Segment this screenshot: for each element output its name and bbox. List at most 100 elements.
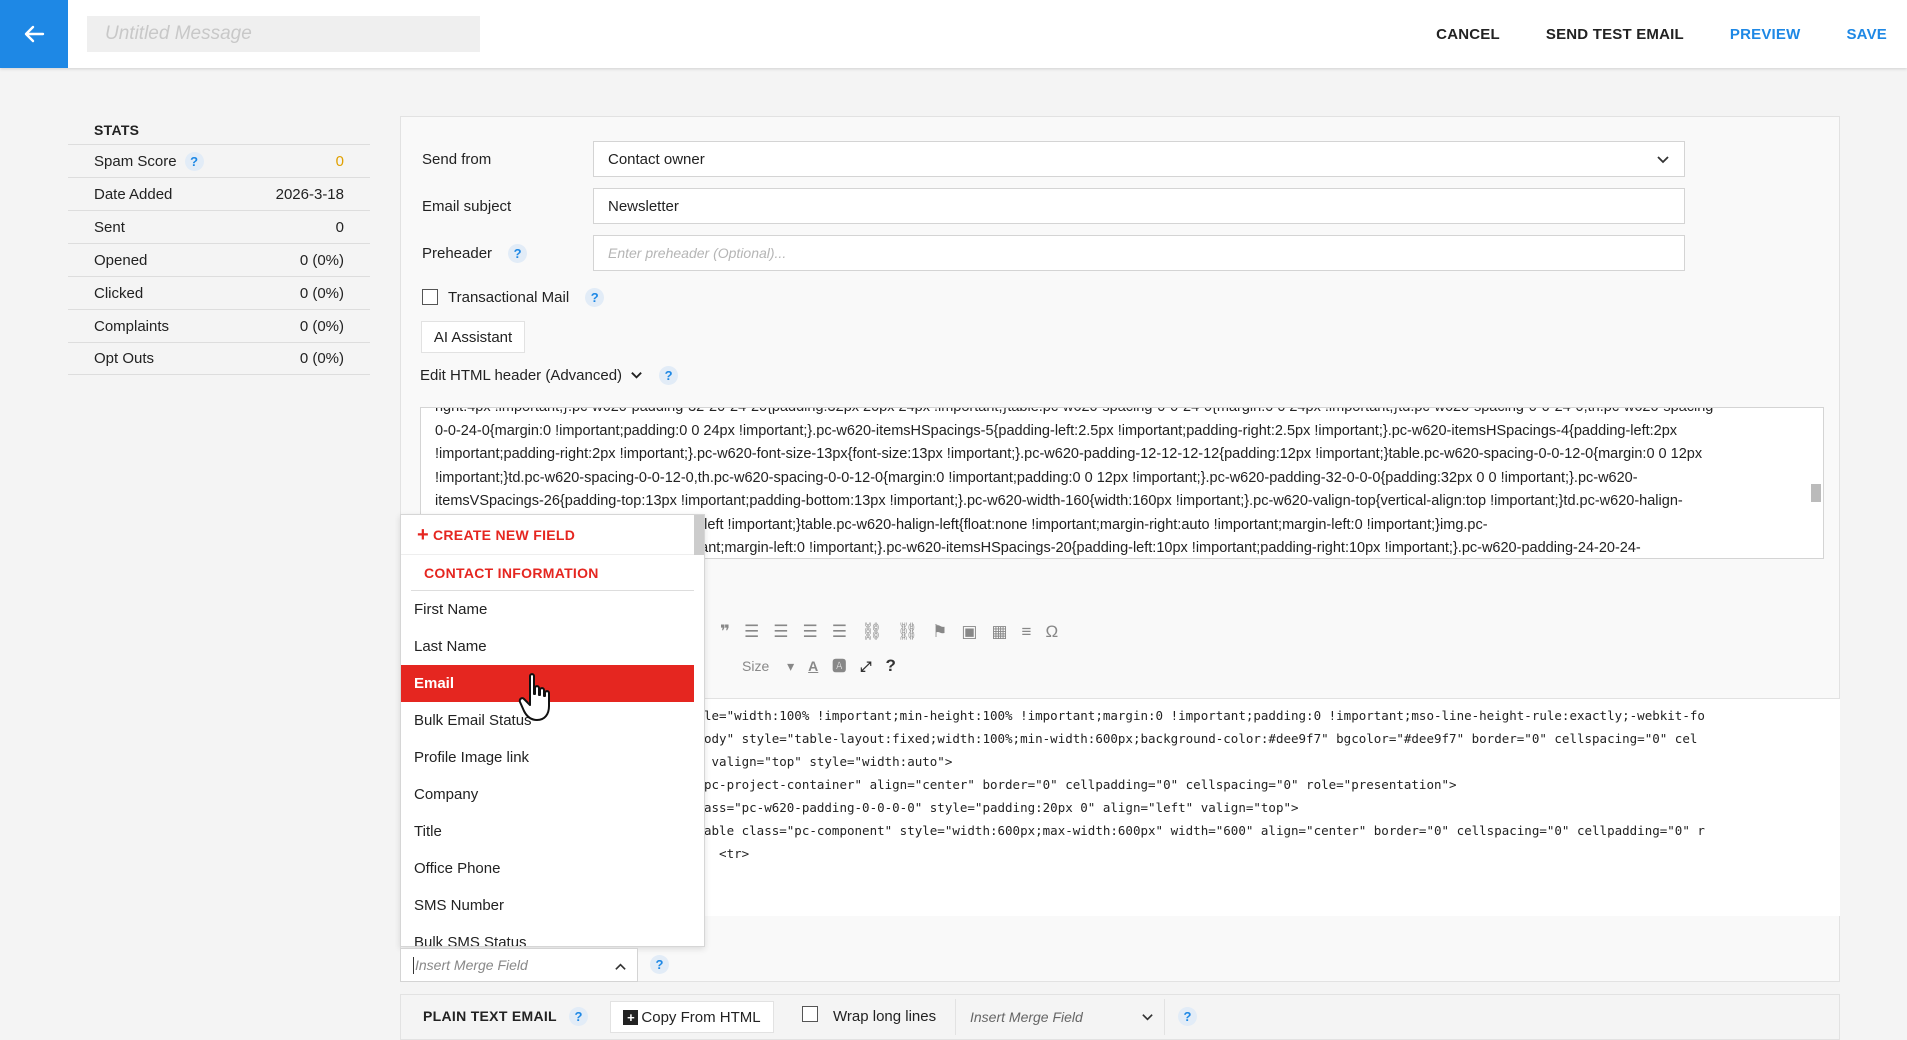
stat-value: 0 [335, 152, 344, 170]
code-line: right:4px !important;}.pc-w620-padding-3… [435, 407, 1719, 415]
stat-row-spam-score: Spam Score? 0 [68, 144, 370, 177]
create-new-field-button[interactable]: + CREATE NEW FIELD [401, 515, 704, 555]
font-size-select[interactable]: Size ▾ [742, 658, 794, 675]
stat-value: 0 (0%) [299, 251, 344, 269]
stat-row-clicked: Clicked 0 (0%) [68, 276, 370, 309]
help-icon[interactable]: ? [508, 243, 528, 263]
plain-insert-merge-field-select[interactable]: Insert Merge Field [955, 999, 1165, 1035]
dropdown-section-header: CONTACT INFORMATION [411, 555, 694, 591]
stat-label: Opt Outs [94, 350, 155, 367]
special-char-icon[interactable]: Ω [1045, 622, 1058, 642]
help-icon[interactable]: ? [569, 1007, 588, 1026]
align-justify-icon[interactable]: ☰ [832, 622, 847, 642]
stat-label: Sent [94, 218, 125, 236]
transactional-mail-row: Transactional Mail ? [422, 286, 605, 308]
create-new-field-label: CREATE NEW FIELD [432, 526, 576, 543]
bg-color-icon[interactable]: 🅰 [832, 656, 846, 676]
stat-row-opt-outs: Opt Outs 0 (0%) [68, 342, 370, 375]
blockquote-icon[interactable]: ❞ [720, 622, 730, 642]
send-test-email-button[interactable]: SEND TEST EMAIL [1546, 26, 1684, 43]
edit-html-header-toggle[interactable]: Edit HTML header (Advanced) ? [420, 364, 679, 386]
edit-html-header-label: Edit HTML header (Advanced) [420, 366, 623, 384]
code-line: able class="pc-component" style="width:6… [704, 823, 1705, 838]
stat-label: Complaints [94, 317, 170, 335]
code-line: ass="pc-w620-padding-0-0-0-0" style="pad… [704, 800, 1299, 815]
merge-field-option[interactable]: Bulk SMS Status [401, 924, 704, 946]
editor-toolbar-row-1: ❞ ☰ ☰ ☰ ☰ ⛓ ⛓ ⚑ ▣ ▦ ≡ Ω [720, 622, 1072, 642]
message-title-input[interactable] [87, 16, 480, 52]
chevron-up-icon [615, 963, 626, 970]
transactional-mail-checkbox[interactable] [422, 289, 438, 305]
merge-field-option[interactable]: Title [401, 813, 704, 850]
merge-field-option[interactable]: Office Phone [401, 850, 704, 887]
code-line: itemsVSpacings-26{padding-top:13px !impo… [435, 493, 1683, 509]
text-cursor [413, 957, 414, 974]
code-line: valign="top" style="width:auto"> [704, 754, 953, 769]
wrap-long-lines-checkbox[interactable] [802, 1006, 818, 1022]
preview-button[interactable]: PREVIEW [1730, 26, 1801, 43]
code-line: 0-0-24-0{margin:0 !important;padding:0 0… [435, 422, 1678, 439]
merge-field-option[interactable]: First Name [401, 591, 704, 628]
chevron-down-icon [1657, 156, 1669, 164]
stat-value: 0 (0%) [299, 317, 344, 335]
horizontal-line-icon[interactable]: ≡ [1022, 622, 1032, 642]
cancel-button[interactable]: CANCEL [1436, 26, 1500, 43]
send-from-value: Contact owner [608, 150, 705, 168]
align-left-icon[interactable]: ☰ [744, 622, 759, 642]
email-subject-value: Newsletter [608, 197, 679, 215]
insert-merge-field-input[interactable]: Insert Merge Field [400, 948, 638, 982]
top-actions: CANCEL SEND TEST EMAIL PREVIEW SAVE [1390, 0, 1887, 68]
table-icon[interactable]: ▦ [991, 622, 1007, 642]
back-button[interactable] [0, 0, 68, 68]
chevron-down-icon [1142, 1014, 1153, 1021]
stat-label: Opened [94, 251, 148, 269]
preheader-label: Preheader ? [422, 242, 528, 264]
plain-text-email-bar: PLAIN TEXT EMAIL ? + Copy From HTML Wrap… [400, 994, 1840, 1040]
top-bar: CANCEL SEND TEST EMAIL PREVIEW SAVE [0, 0, 1907, 68]
stat-row-opened: Opened 0 (0%) [68, 243, 370, 276]
code-line: pc-project-container" align="center" bor… [704, 777, 1457, 792]
copy-from-html-button[interactable]: + Copy From HTML [610, 1001, 774, 1033]
help-icon[interactable]: ? [1178, 1007, 1197, 1026]
help-icon[interactable]: ? [659, 365, 679, 385]
preheader-label-text: Preheader [422, 244, 493, 262]
html-source-editor[interactable]: le="width:100% !important;min-height:100… [704, 698, 1840, 916]
help-icon[interactable]: ? [585, 287, 605, 307]
arrow-left-icon [24, 25, 45, 43]
align-center-icon[interactable]: ☰ [773, 622, 788, 642]
merge-field-option[interactable]: Last Name [401, 628, 704, 665]
textarea-scrollbar[interactable] [1811, 484, 1821, 502]
dropdown-scrollbar[interactable] [694, 515, 704, 555]
merge-field-option[interactable]: Profile Image link [401, 739, 704, 776]
preheader-placeholder: Enter preheader (Optional)... [608, 245, 787, 261]
link-icon[interactable]: ⛓ [861, 622, 883, 642]
merge-field-option[interactable]: SMS Number [401, 887, 704, 924]
email-subject-input[interactable]: Newsletter [593, 188, 1685, 224]
send-from-select[interactable]: Contact owner [593, 141, 1685, 177]
code-line: !important;}td.pc-w620-spacing-0-0-12-0,… [435, 469, 1638, 486]
save-button[interactable]: SAVE [1846, 26, 1887, 43]
align-right-icon[interactable]: ☰ [802, 622, 817, 642]
maximize-icon[interactable]: ⤢ [860, 658, 871, 675]
image-icon[interactable]: ▣ [961, 622, 977, 642]
plain-text-email-label: PLAIN TEXT EMAIL [423, 1008, 557, 1024]
help-icon[interactable]: ? [650, 955, 669, 974]
hand-pointer-icon [518, 673, 550, 721]
unlink-icon[interactable]: ⛓ [897, 622, 919, 642]
ai-assistant-button[interactable]: AI Assistant [421, 321, 525, 353]
merge-field-option[interactable]: Company [401, 776, 704, 813]
stat-label: Date Added [94, 185, 173, 203]
code-line: le="width:100% !important;min-height:100… [704, 708, 1705, 723]
stat-row-complaints: Complaints 0 (0%) [68, 309, 370, 342]
anchor-flag-icon[interactable]: ⚑ [932, 622, 947, 642]
preheader-input[interactable]: Enter preheader (Optional)... [593, 235, 1685, 271]
stat-row-date-added: Date Added 2026-3-18 [68, 177, 370, 210]
text-color-icon[interactable]: A [808, 658, 818, 674]
stat-value: 0 [335, 218, 344, 236]
editor-toolbar-row-2: Size ▾ A 🅰 ⤢ ? [742, 656, 910, 676]
code-line: !important;padding-right:2px !important;… [435, 446, 1703, 462]
help-icon[interactable]: ? [184, 151, 204, 171]
help-icon[interactable]: ? [885, 656, 895, 676]
plus-box-icon: + [623, 1009, 639, 1025]
merge-field-dropdown: + CREATE NEW FIELD CONTACT INFORMATION F… [400, 514, 705, 947]
